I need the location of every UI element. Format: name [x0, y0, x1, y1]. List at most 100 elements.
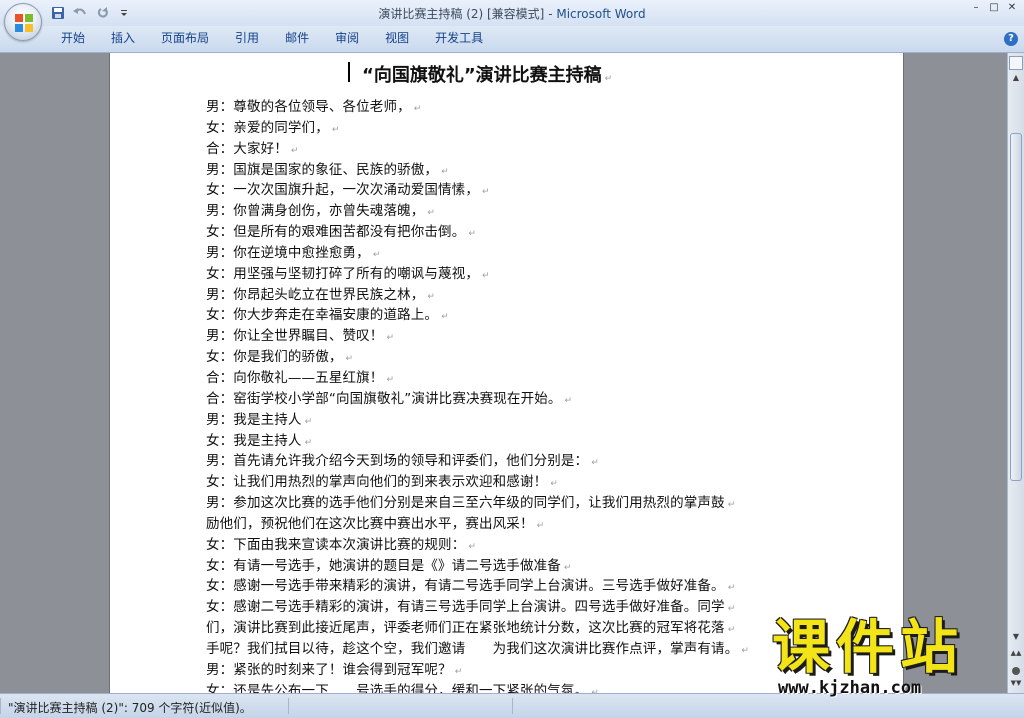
tab-page-layout[interactable]: 页面布局 — [148, 26, 222, 53]
document-line-text: 女：感谢二号选手精彩的演讲，有请三号选手同学上台演讲。四号选手做好准备。同学 — [206, 599, 725, 616]
document-line-text: 女：用坚强与坚韧打碎了所有的嘲讽与蔑视， — [206, 265, 479, 282]
quick-access-toolbar — [48, 3, 134, 23]
tab-references[interactable]: 引用 — [222, 26, 272, 53]
tab-review[interactable]: 审阅 — [322, 26, 372, 53]
customize-qat-icon[interactable] — [114, 3, 134, 23]
document-line-text: 女：有请一号选手，她演讲的题目是《》请二号选手做准备 — [206, 557, 561, 574]
status-separator — [288, 698, 289, 714]
paragraph-mark: ↵ — [604, 74, 613, 84]
document-line-text: 女：亲爱的同学们， — [206, 119, 329, 136]
paragraph-mark: ↵ — [727, 500, 736, 511]
close-button[interactable]: ✕ — [1004, 1, 1020, 15]
title-bar: 演讲比赛主持稿 (2) [兼容模式] - Microsoft Word – □ … — [0, 0, 1024, 26]
paragraph-mark: ↵ — [564, 395, 573, 406]
paragraph-mark: ↵ — [454, 666, 463, 677]
paragraph-mark: ↵ — [441, 166, 449, 177]
document-line: 合：大家好！ ↵ — [206, 139, 821, 160]
redo-icon[interactable] — [92, 3, 112, 23]
document-line-text: 女：但是所有的艰难困苦都没有把你击倒。 — [206, 224, 466, 241]
document-line: 男：你昂起头屹立在世界民族之林， ↵ — [206, 285, 821, 306]
scrollbar-thumb[interactable] — [1010, 133, 1022, 481]
ribbon: 开始 插入 页面布局 引用 邮件 审阅 视图 开发工具 ? — [0, 26, 1024, 53]
document-line: 女：用坚强与坚韧打碎了所有的嘲讽与蔑视， ↵ — [206, 264, 821, 285]
ribbon-tabs: 开始 插入 页面布局 引用 邮件 审阅 视图 开发工具 — [48, 26, 496, 53]
save-icon[interactable] — [48, 3, 68, 23]
document-body: 男：尊敬的各位领导、各位老师， ↵ 女：亲爱的同学们， ↵ 合：大家好！ ↵ 男：国旗是国家… — [206, 97, 821, 693]
tab-mailings[interactable]: 邮件 — [272, 26, 322, 53]
paragraph-mark: ↵ — [331, 124, 340, 135]
document-line: 合：向你敬礼——五星红旗！ ↵ — [206, 368, 821, 389]
ruler-toggle-button[interactable] — [1009, 56, 1023, 70]
window-title-separator: - — [544, 7, 557, 21]
document-line: 女：让我们用热烈的掌声向他们的到来表示欢迎和感谢！ ↵ — [206, 472, 821, 493]
tab-developer[interactable]: 开发工具 — [422, 26, 496, 53]
paragraph-mark: ↵ — [482, 270, 490, 281]
document-line: 男：紧张的时刻来了！谁会得到冠军呢？ ↵ — [206, 660, 821, 681]
document-line: 男：你在逆境中愈挫愈勇， ↵ — [206, 243, 821, 264]
minimize-button[interactable]: – — [968, 1, 984, 15]
document-line-text: 男：你昂起头屹立在世界民族之林， — [206, 286, 425, 303]
document-line-text: 合：向你敬礼——五星红旗！ — [206, 369, 384, 386]
document-line: 女：你是我们的骄傲， ↵ — [206, 347, 821, 368]
document-line-text: 女：你大步奔走在幸福安康的道路上。 — [206, 307, 439, 324]
document-line-text: 合：大家好！ — [206, 140, 288, 157]
tab-insert[interactable]: 插入 — [98, 26, 148, 53]
vertical-scrollbar[interactable]: ▲ ▼ ▲▲ ▼▼ — [1007, 53, 1024, 693]
window-controls: – □ ✕ — [968, 1, 1020, 15]
paragraph-mark: ↵ — [563, 562, 572, 573]
document-line-text: 励他们，预祝他们在这次比赛中赛出水平，赛出风采！ — [206, 515, 534, 532]
document-line: 男：国旗是国家的象征、民族的骄傲， ↵ — [206, 160, 821, 181]
document-line-text: 男：你曾满身创伤，亦曾失魂落魄， — [206, 203, 425, 220]
window-title-app: Microsoft Word — [556, 7, 646, 21]
document-line-text: 男：尊敬的各位领导、各位老师， — [206, 99, 411, 115]
paragraph-mark: ↵ — [372, 249, 381, 260]
tab-home[interactable]: 开始 — [48, 26, 98, 53]
document-line: 女：感谢二号选手精彩的演讲，有请三号选手同学上台演讲。四号选手做好准备。同学 ↵ — [206, 597, 821, 618]
paragraph-mark: ↵ — [468, 229, 477, 240]
paragraph-mark: ↵ — [536, 520, 545, 531]
document-line-text: 女：感谢一号选手带来精彩的演讲，有请二号选手同学上台演讲。三号选手做好准备。 — [206, 578, 725, 595]
document-line-text: 男：你在逆境中愈挫愈勇， — [206, 244, 370, 261]
watermark-logo: 课件站 — [772, 613, 965, 681]
paragraph-mark: ↵ — [427, 208, 436, 219]
undo-icon[interactable] — [70, 3, 90, 23]
paragraph-mark: ↵ — [290, 145, 299, 156]
document-line-text: 手呢？我们拭目以待，趁这个空，我们邀请 为我们这次演讲比赛作点评，掌声有请。 — [206, 640, 739, 657]
maximize-button[interactable]: □ — [986, 1, 1002, 15]
document-line: 女：一次次国旗升起，一次次涌动爱国情愫， ↵ — [206, 180, 821, 201]
document-line-text: 男：参加这次比赛的选手他们分别是来自三至六年级的同学们，让我们用热烈的掌声鼓 — [206, 495, 725, 512]
document-line: 女：但是所有的艰难困苦都没有把你击倒。 ↵ — [206, 222, 821, 243]
document-line: 男：尊敬的各位领导、各位老师， ↵ — [206, 97, 821, 118]
paragraph-mark: ↵ — [304, 416, 313, 427]
paragraph-mark: ↵ — [591, 458, 599, 469]
document-line: 女：亲爱的同学们， ↵ — [206, 118, 821, 139]
document-line: 女：感谢一号选手带来精彩的演讲，有请二号选手同学上台演讲。三号选手做好准备。 ↵ — [206, 576, 821, 597]
help-icon[interactable]: ? — [1004, 32, 1018, 46]
document-page[interactable]: “向国旗敬礼”演讲比赛主持稿 ↵ 男：尊敬的各位领导、各位老师， ↵ 女：亲爱的同学们… — [109, 53, 904, 693]
document-line: 合：窑街学校小学部“向国旗敬礼”演讲比赛决赛现在开始。 ↵ — [206, 389, 821, 410]
document-line: 们，演讲比赛到此接近尾声，评委老师们正在紧张地统计分数，这次比赛的冠军将花落 ↵ — [206, 618, 821, 639]
document-line: 男：你曾满身创伤，亦曾失魂落魄， ↵ — [206, 201, 821, 222]
document-line-text: 男：国旗是国家的象征、民族的骄傲， — [206, 161, 439, 178]
document-line-text: 们，演讲比赛到此接近尾声，评委老师们正在紧张地统计分数，这次比赛的冠军将花落 — [206, 620, 725, 637]
document-line: 手呢？我们拭目以待，趁这个空，我们邀请 为我们这次演讲比赛作点评，掌声有请。 ↵ — [206, 639, 821, 660]
document-line: 男：参加这次比赛的选手他们分别是来自三至六年级的同学们，让我们用热烈的掌声鼓 ↵ — [206, 493, 821, 514]
paragraph-mark: ↵ — [727, 625, 736, 636]
office-button-icon — [15, 14, 33, 32]
watermark-url: www.kjzhan.com — [778, 678, 922, 698]
office-button[interactable] — [4, 3, 42, 41]
paragraph-mark: ↵ — [427, 291, 436, 302]
status-separator — [512, 698, 513, 714]
document-line-text: 合：窑街学校小学部“向国旗敬礼”演讲比赛决赛现在开始。 — [206, 390, 562, 407]
status-word-count[interactable]: "演讲比赛主持稿 (2)": 709 个字符(近似值)。 — [8, 699, 252, 716]
document-line: 女：我是主持人 ↵ — [206, 431, 821, 452]
paragraph-mark: ↵ — [468, 541, 477, 552]
watermark: 课件站 www.kjzhan.com — [772, 616, 1022, 700]
scroll-up-arrow-icon[interactable]: ▲ — [1010, 72, 1022, 84]
document-line-text: 女：我是主持人 — [206, 432, 302, 449]
document-line: 男：首先请允许我介绍今天到场的领导和评委们，他们分别是： ↵ — [206, 451, 821, 472]
paragraph-mark: ↵ — [386, 374, 395, 385]
tab-view[interactable]: 视图 — [372, 26, 422, 53]
paragraph-mark: ↵ — [413, 104, 422, 114]
paragraph-mark: ↵ — [386, 333, 395, 344]
